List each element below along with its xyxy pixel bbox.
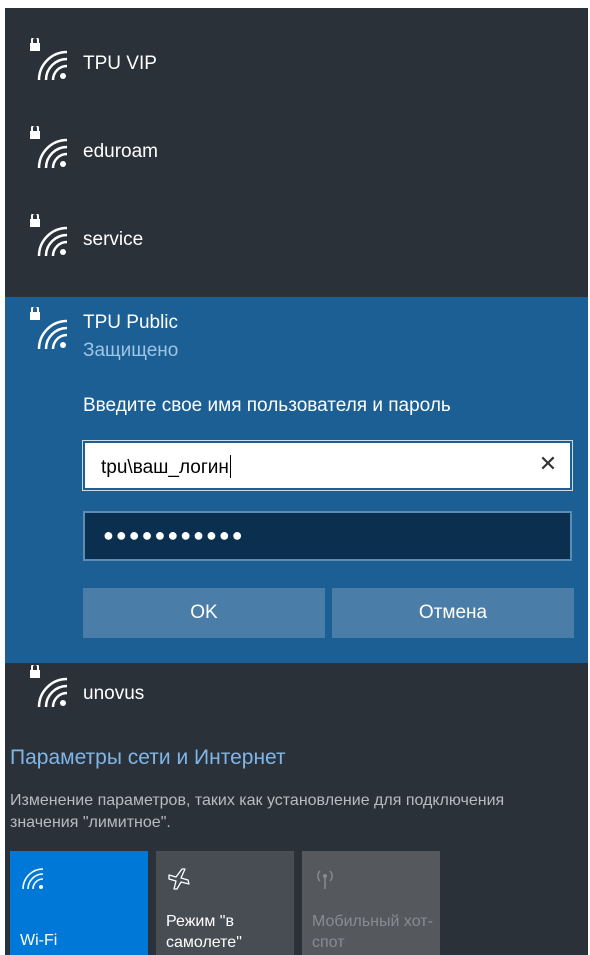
wifi-icon [22,868,44,890]
secured-wifi-icon [30,665,68,708]
secured-wifi-icon [30,214,68,257]
secured-wifi-icon [30,126,68,169]
airplane-icon [168,868,190,890]
wifi-toggle-tile[interactable]: Wi-Fi [10,851,148,955]
network-item-tpu-vip[interactable]: TPU VIP [5,8,588,96]
airplane-mode-tile[interactable]: Режим "в самолете" [156,851,294,955]
network-security-status: Защищено [83,340,179,361]
network-name: unovus [83,683,145,704]
network-flyout: TPU VIP eduroam service TPU Public Защищ… [5,8,588,955]
text-caret [229,455,231,478]
network-item-service[interactable]: service [5,184,588,272]
hotspot-tile-label: Мобильный хот-спот [312,913,433,951]
cancel-button-label: Отмена [418,602,488,623]
airplane-tile-label: Режим "в самолете" [166,913,242,951]
network-item-tpu-public-expanded: TPU Public Защищено Введите свое имя пол… [5,297,588,663]
password-dots: ●●●●●●●●●●● [103,525,245,545]
username-input[interactable]: tpu\ваш_логин ✕ [82,440,573,491]
username-value: tpu\ваш_логин [101,457,229,478]
network-name: eduroam [83,141,158,162]
ok-button[interactable]: OK [83,588,325,638]
ok-button-label: OK [190,602,218,623]
hotspot-icon [317,870,333,889]
cancel-button[interactable]: Отмена [332,588,574,638]
mobile-hotspot-tile: Мобильный хот-спот [302,851,440,955]
secured-wifi-icon [30,38,68,81]
network-settings-description: Изменение параметров, таких как установл… [10,792,505,831]
clear-icon[interactable]: ✕ [536,452,560,476]
wifi-tile-label: Wi-Fi [20,932,58,949]
network-item-eduroam[interactable]: eduroam [5,96,588,184]
password-input[interactable]: ●●●●●●●●●●● [83,511,572,561]
network-name: TPU Public [83,312,179,333]
network-name: TPU VIP [83,53,157,74]
network-item-unovus[interactable]: unovus [5,663,588,751]
credentials-prompt: Введите свое имя пользователя и пароль [83,395,451,416]
network-settings-link[interactable]: Параметры сети и Интернет [10,746,286,770]
network-name: service [83,229,144,250]
secured-wifi-icon [30,307,68,350]
